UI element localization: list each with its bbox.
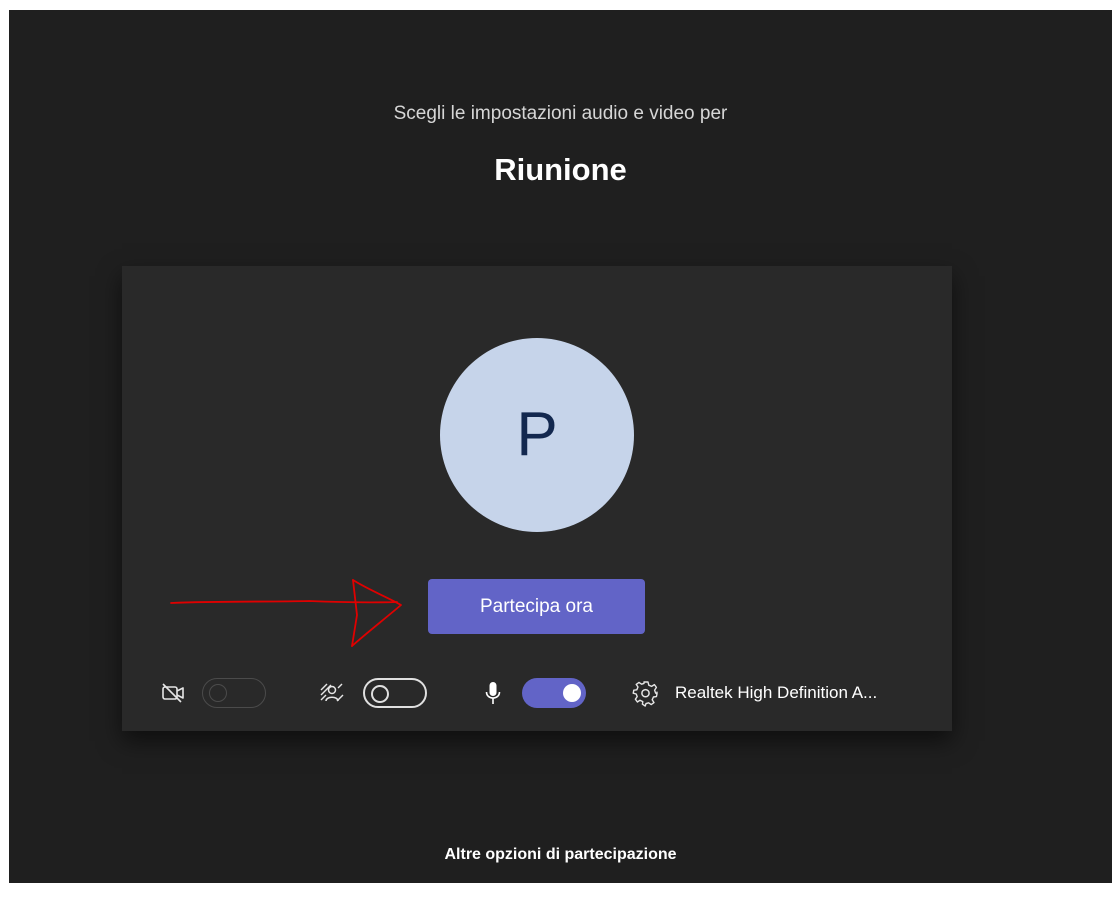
microphone-icon: [485, 682, 501, 704]
prejoin-subtitle: Scegli le impostazioni audio e video per: [393, 103, 728, 124]
video-preview-panel: P Partecipa ora Realtek High Definition …: [122, 266, 952, 731]
background-effects-icon: [320, 683, 344, 702]
gear-icon[interactable]: [632, 679, 660, 707]
more-join-options-link[interactable]: Altre opzioni di partecipazione: [9, 845, 1112, 865]
camera-toggle-knob: [209, 684, 227, 702]
background-effects-toggle[interactable]: [363, 678, 427, 708]
microphone-toggle-knob: [563, 684, 581, 702]
camera-toggle[interactable]: [202, 678, 266, 708]
meeting-title: Riunione: [494, 152, 627, 187]
teams-prejoin-screen: Scegli le impostazioni audio e video per…: [9, 10, 1112, 883]
audio-device-selector[interactable]: Realtek High Definition A...: [675, 682, 877, 704]
background-effects-toggle-knob: [371, 685, 389, 703]
audio-video-controls: Realtek High Definition A...: [122, 671, 952, 715]
join-now-button[interactable]: Partecipa ora: [428, 579, 645, 634]
camera-off-icon: [162, 683, 184, 703]
avatar: P: [440, 338, 634, 532]
microphone-toggle[interactable]: [522, 678, 586, 708]
